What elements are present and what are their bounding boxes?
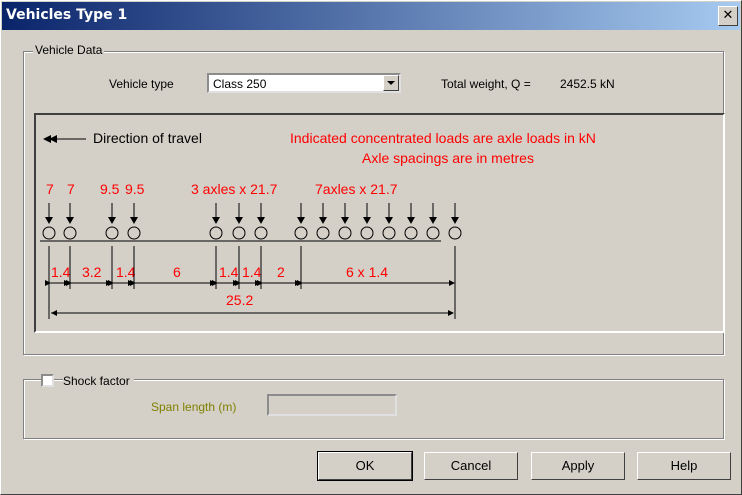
load-label: 7axles x 21.7 [315,181,398,197]
arrow-head-icon [297,217,305,224]
arrow-head-icon [130,217,138,224]
spacing-label: 6 [173,264,181,280]
vehicle-type-select[interactable]: Class 250 [207,73,401,93]
wheel-icon [42,226,56,240]
arrow-head-icon [363,217,371,224]
spacing-label: 1.4 [51,264,71,280]
span-length-label: Span length (m) [151,400,237,414]
wheel-icon [316,226,330,240]
wheel-icon [404,226,418,240]
wheel-icon [254,226,268,240]
arrow-head-icon [212,217,220,224]
note-line-2: Axle spacings are in metres [362,150,534,166]
direction-arrow-icon [43,135,86,143]
apply-button[interactable]: Apply [531,452,625,480]
load-label: 9.5 [125,181,145,197]
dialog-window: Vehicles Type 1 ✕ Vehicle Data Vehicle t… [0,0,742,495]
dimension-lines [45,246,456,319]
ok-button[interactable]: OK [317,451,413,481]
vehicle-type-value: Class 250 [213,77,267,91]
window-title: Vehicles Type 1 [6,7,128,23]
arrow-head-icon [66,217,74,224]
total-weight-label: Total weight, Q = [441,77,531,91]
note-line-1: Indicated concentrated loads are axle lo… [290,130,596,146]
wheel-icon [360,226,374,240]
vehicle-diagram-panel: Direction of travel Indicated concentrat… [34,113,725,333]
shock-factor-checkbox[interactable] [41,374,54,387]
load-label: 7 [67,181,75,197]
load-label: 3 axles x 21.7 [191,181,278,197]
load-label: 7 [46,181,54,197]
spacing-label: 1.4 [219,264,239,280]
wheel-icon [232,226,246,240]
arrow-head-icon [319,217,327,224]
spacing-label: 1.4 [242,264,262,280]
arrow-head-icon [407,217,415,224]
arrow-head-icon [108,217,116,224]
wheel-icon [382,226,396,240]
arrow-head-icon [341,217,349,224]
arrow-head-icon [45,217,53,224]
axle-group [42,203,462,240]
total-weight-value: 2452.5 kN [560,77,615,91]
cancel-button[interactable]: Cancel [424,452,518,480]
wheel-icon [294,226,308,240]
shock-factor-label[interactable]: Shock factor [63,374,134,388]
arrow-head-icon [235,217,243,224]
arrow-head-icon [257,217,265,224]
spacing-label: 2 [277,264,285,280]
vehicle-type-label: Vehicle type [109,77,174,91]
wheel-icon [63,226,77,240]
close-icon[interactable]: ✕ [718,6,738,26]
wheel-icon [338,226,352,240]
axle-diagram: Direction of travel Indicated concentrat… [40,130,596,319]
load-label: 9.5 [100,181,120,197]
spacing-label: 6 x 1.4 [346,264,388,280]
chevron-down-icon[interactable] [383,75,399,91]
vehicle-data-legend: Vehicle Data [33,43,105,57]
wheel-icon [426,226,440,240]
wheel-icon [127,226,141,240]
total-length-label: 25.2 [226,292,253,308]
span-length-field [267,394,397,416]
title-bar[interactable]: Vehicles Type 1 ✕ [2,2,740,30]
spacing-label: 3.2 [82,264,102,280]
help-button[interactable]: Help [637,452,731,480]
arrow-head-icon [451,217,459,224]
direction-label: Direction of travel [93,130,202,146]
arrow-head-icon [429,217,437,224]
arrow-head-icon [51,310,57,316]
wheel-icon [209,226,223,240]
arrow-head-icon [385,217,393,224]
wheel-icon [448,226,462,240]
wheel-icon [105,226,119,240]
spacing-label: 1.4 [116,264,136,280]
